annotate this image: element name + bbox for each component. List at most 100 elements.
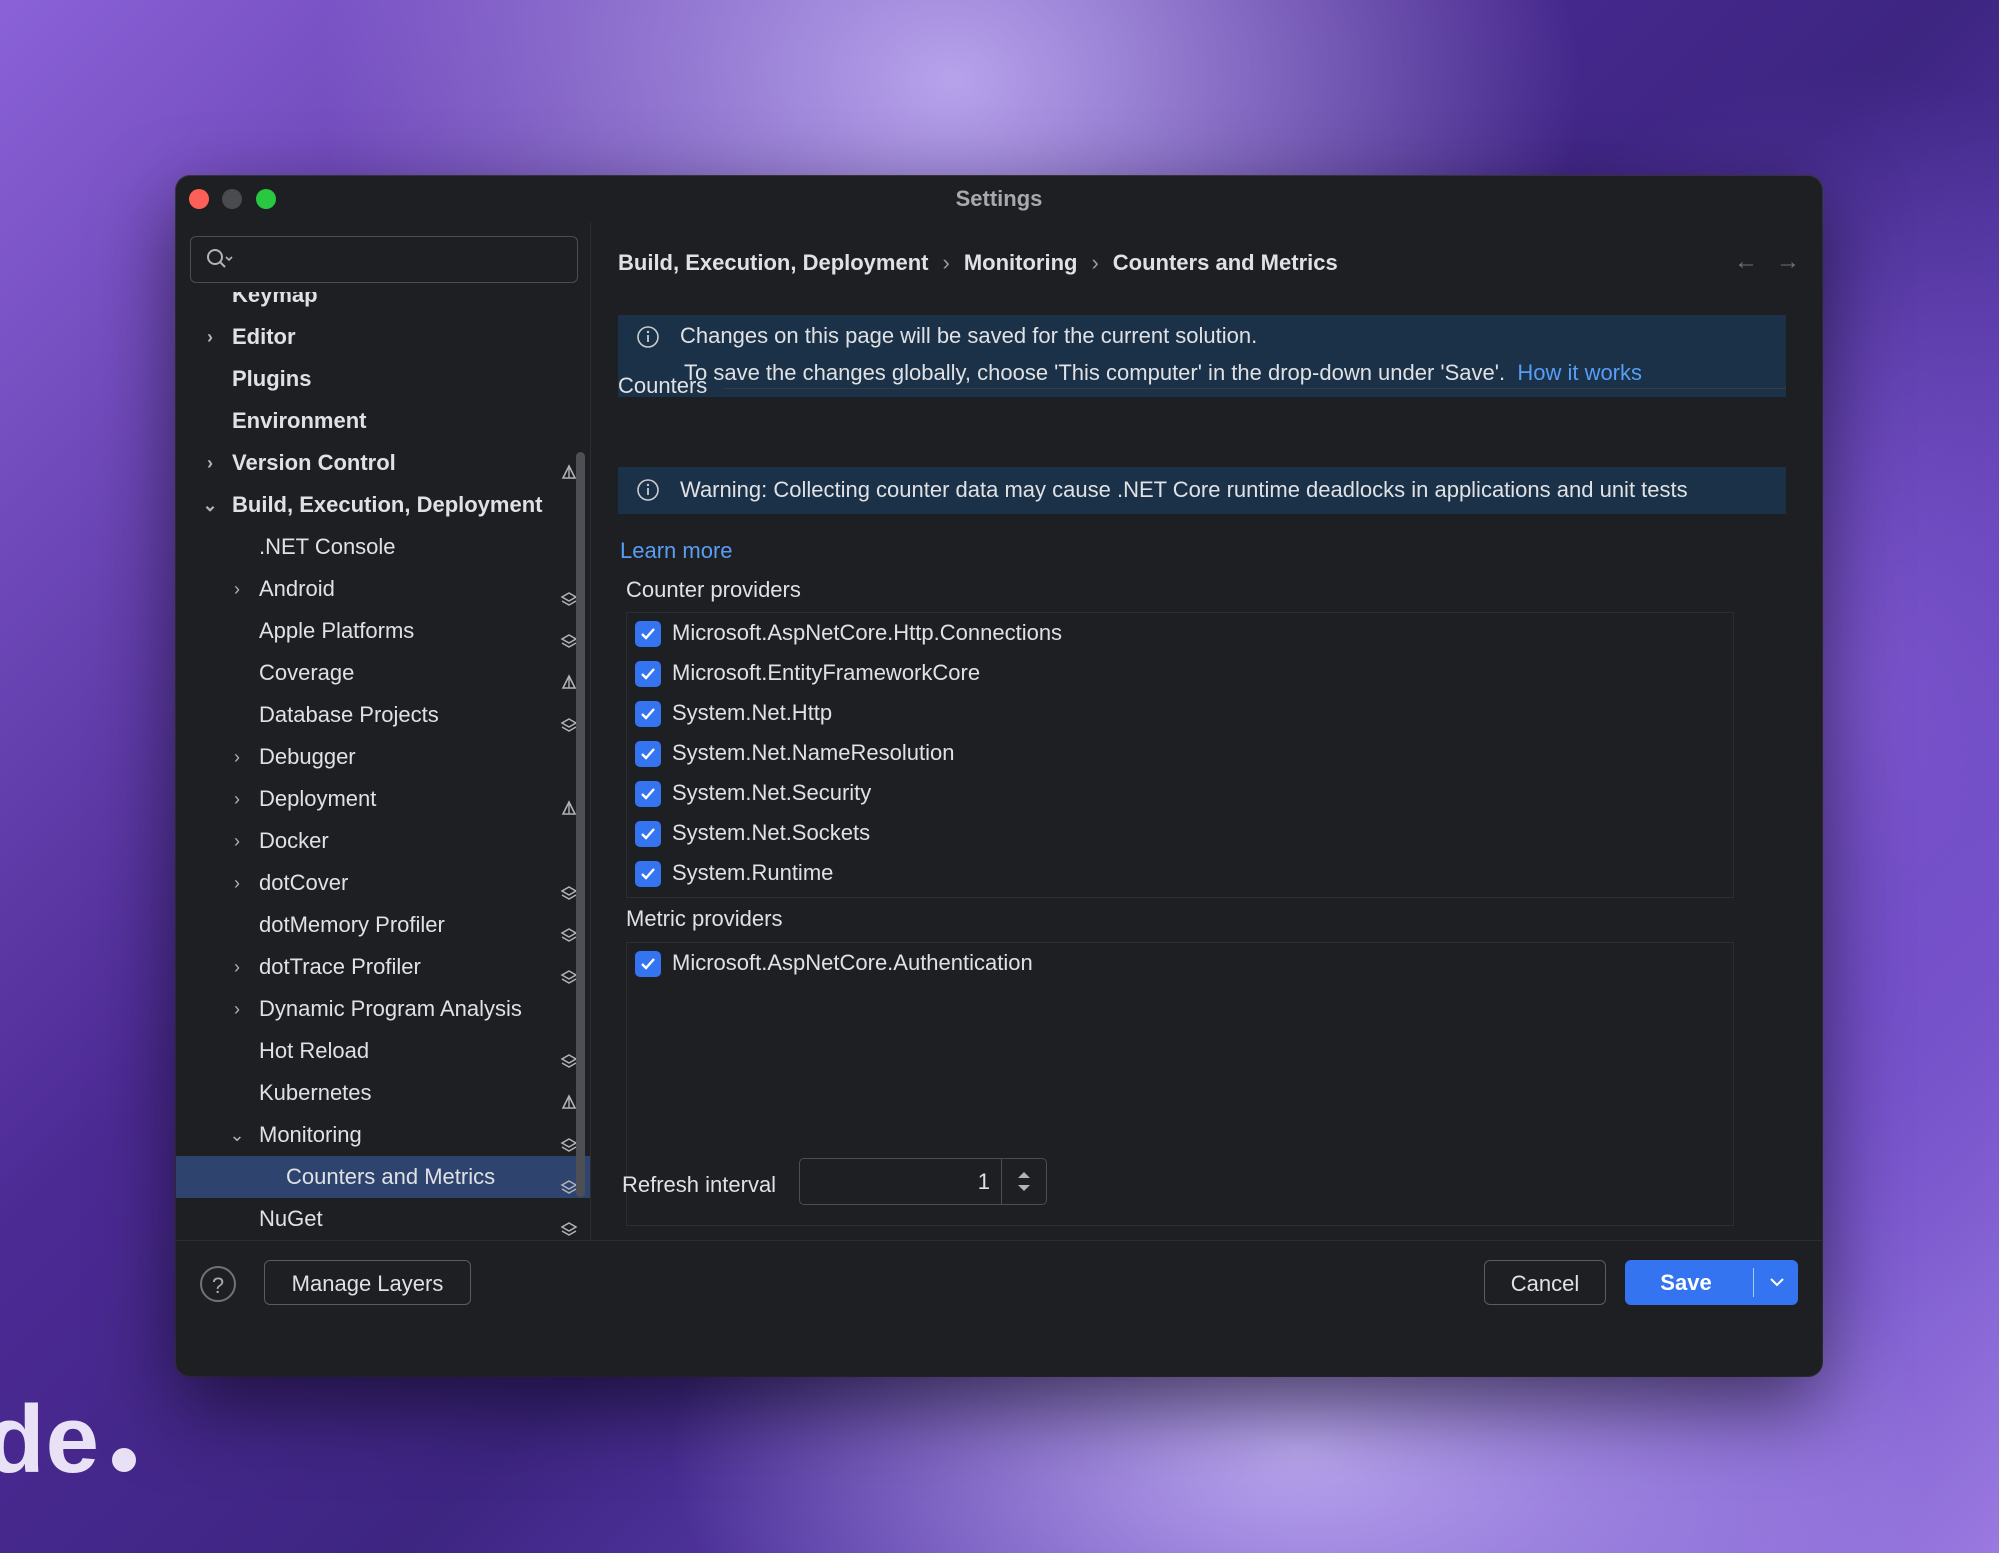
sidebar-item-hot-reload[interactable]: Hot Reload <box>176 1030 590 1072</box>
sidebar-item-android[interactable]: › Android <box>176 568 590 610</box>
sidebar-item-plugins[interactable]: Plugins <box>176 358 590 400</box>
sidebar-item-apple-platforms[interactable]: Apple Platforms <box>176 610 590 652</box>
counters-section-title: Counters <box>618 373 708 398</box>
back-arrow-icon[interactable]: ← <box>1734 248 1758 275</box>
sidebar-item-dynamic-program-analysis[interactable]: › Dynamic Program Analysis <box>176 988 590 1030</box>
counter-providers-title: Counter providers <box>626 577 801 602</box>
settings-window: Settings Keymap › Editor Plugins Environment… <box>176 176 1822 1376</box>
provider-checkbox[interactable] <box>635 861 661 887</box>
list-item[interactable]: System.Net.Sockets <box>627 813 1733 853</box>
sidebar-item-label: Version Control <box>232 450 396 475</box>
checkmark-icon <box>641 668 655 680</box>
provider-checkbox[interactable] <box>635 821 661 847</box>
provider-name: System.Net.Security <box>672 780 872 805</box>
sidebar-item-label: Build, Execution, Deployment <box>232 492 543 517</box>
manage-layers-button[interactable]: Manage Layers <box>264 1260 471 1305</box>
sidebar-item-nuget[interactable]: NuGet <box>176 1198 590 1240</box>
sidebar-item-label: Keymap <box>232 292 318 307</box>
provider-checkbox[interactable] <box>635 661 661 687</box>
checkmark-icon <box>641 788 655 800</box>
title-bar: Settings <box>176 176 1822 222</box>
sidebar-item-dottrace-profiler[interactable]: › dotTrace Profiler <box>176 946 590 988</box>
refresh-interval-input[interactable] <box>808 1165 992 1199</box>
settings-search[interactable] <box>190 236 578 283</box>
list-item[interactable]: System.Net.NameResolution <box>627 733 1733 773</box>
chevron-down-icon[interactable]: ⌄ <box>227 1114 247 1156</box>
chevron-right-icon[interactable]: › <box>227 778 247 820</box>
provider-name: System.Net.Sockets <box>672 820 871 845</box>
info-banner: Changes on this page will be saved for t… <box>618 315 1786 397</box>
sidebar-item-build-execution-deployment[interactable]: ⌄ Build, Execution, Deployment <box>176 484 590 526</box>
search-input[interactable] <box>241 243 565 277</box>
section-divider <box>723 388 1786 389</box>
checkmark-icon <box>641 628 655 640</box>
sidebar-item-environment[interactable]: Environment <box>176 400 590 442</box>
chevron-right-icon[interactable]: › <box>200 442 220 484</box>
chevron-down-icon[interactable]: ⌄ <box>200 484 220 526</box>
chevron-right-icon[interactable]: › <box>227 820 247 862</box>
chevron-right-icon[interactable]: › <box>200 316 220 358</box>
provider-checkbox[interactable] <box>635 701 661 727</box>
chevron-right-icon[interactable]: › <box>227 862 247 904</box>
sidebar-item-editor[interactable]: › Editor <box>176 316 590 358</box>
list-item[interactable]: System.Runtime <box>627 853 1733 893</box>
sidebar-item-coverage[interactable]: Coverage <box>176 652 590 694</box>
how-it-works-link[interactable]: How it works <box>1517 360 1642 385</box>
help-button[interactable]: ? <box>200 1266 236 1302</box>
sidebar-item-label: Plugins <box>232 366 312 391</box>
sidebar-item-label: Debugger <box>259 744 356 769</box>
save-button[interactable]: Save <box>1625 1260 1798 1305</box>
chevron-right-icon[interactable]: › <box>227 736 247 778</box>
metric-providers-list: Microsoft.AspNetCore.Authentication <box>626 942 1734 1226</box>
sidebar-item-label: Kubernetes <box>259 1080 372 1105</box>
sidebar-item-dotcover[interactable]: › dotCover <box>176 862 590 904</box>
search-icon <box>205 246 233 277</box>
spinner-arrows[interactable] <box>1001 1159 1046 1204</box>
forward-arrow-icon[interactable]: → <box>1776 248 1800 275</box>
info-banner-line1: Changes on this page will be saved for t… <box>680 323 1258 348</box>
sidebar-item-counters-and-metrics[interactable]: Counters and Metrics <box>176 1156 590 1198</box>
breadcrumb: Build, Execution, Deployment › Monitoring ›… <box>618 250 1338 276</box>
sidebar-item-label: Deployment <box>259 786 377 811</box>
sidebar-item-label: Apple Platforms <box>259 618 415 643</box>
sidebar-item-keymap[interactable]: Keymap <box>176 292 590 316</box>
sidebar-item-kubernetes[interactable]: Kubernetes <box>176 1072 590 1114</box>
up-down-arrows-icon <box>1018 1172 1030 1191</box>
sidebar-item-monitoring[interactable]: ⌄ Monitoring <box>176 1114 590 1156</box>
checkmark-icon <box>641 748 655 760</box>
learn-more-link[interactable]: Learn more <box>620 538 733 564</box>
sidebar-item-version-control[interactable]: › Version Control <box>176 442 590 484</box>
list-item[interactable]: System.Net.Http <box>627 693 1733 733</box>
sidebar-item-label: Android <box>259 576 335 601</box>
cancel-button[interactable]: Cancel <box>1484 1260 1606 1305</box>
sidebar-item-dotmemory-profiler[interactable]: dotMemory Profiler <box>176 904 590 946</box>
breadcrumb-item-build[interactable]: Build, Execution, Deployment <box>618 250 928 275</box>
provider-checkbox[interactable] <box>635 781 661 807</box>
sidebar-item-database-projects[interactable]: Database Projects <box>176 694 590 736</box>
chevron-right-icon[interactable]: › <box>227 568 247 610</box>
sidebar-item-label: Monitoring <box>259 1122 362 1147</box>
sidebar-item-deployment[interactable]: › Deployment <box>176 778 590 820</box>
list-item[interactable]: Microsoft.AspNetCore.Http.Connections <box>627 613 1733 653</box>
sidebar-item-net-console[interactable]: .NET Console <box>176 526 590 568</box>
layers-icon <box>560 1210 578 1236</box>
refresh-interval-spinner[interactable] <box>799 1158 1047 1205</box>
sidebar-item-docker[interactable]: › Docker <box>176 820 590 862</box>
breadcrumb-item-monitoring[interactable]: Monitoring <box>964 250 1078 275</box>
warning-text: Warning: Collecting counter data may cau… <box>680 477 1688 502</box>
sidebar-scrollbar[interactable] <box>576 452 585 1197</box>
list-item[interactable]: System.Net.Security <box>627 773 1733 813</box>
provider-checkbox[interactable] <box>635 621 661 647</box>
info-banner-line2: To save the changes globally, choose 'Th… <box>684 360 1506 385</box>
sidebar-item-label: dotMemory Profiler <box>259 912 445 937</box>
checkmark-icon <box>641 828 655 840</box>
sidebar-item-debugger[interactable]: › Debugger <box>176 736 590 778</box>
provider-checkbox[interactable] <box>635 741 661 767</box>
chevron-right-icon[interactable]: › <box>227 946 247 988</box>
list-item[interactable]: Microsoft.AspNetCore.Authentication <box>627 943 1733 983</box>
sidebar-item-label: Editor <box>232 324 296 349</box>
chevron-right-icon[interactable]: › <box>227 988 247 1030</box>
provider-checkbox[interactable] <box>635 951 661 977</box>
list-item[interactable]: Microsoft.EntityFrameworkCore <box>627 653 1733 693</box>
save-dropdown-chevron-icon[interactable] <box>1765 1260 1789 1320</box>
